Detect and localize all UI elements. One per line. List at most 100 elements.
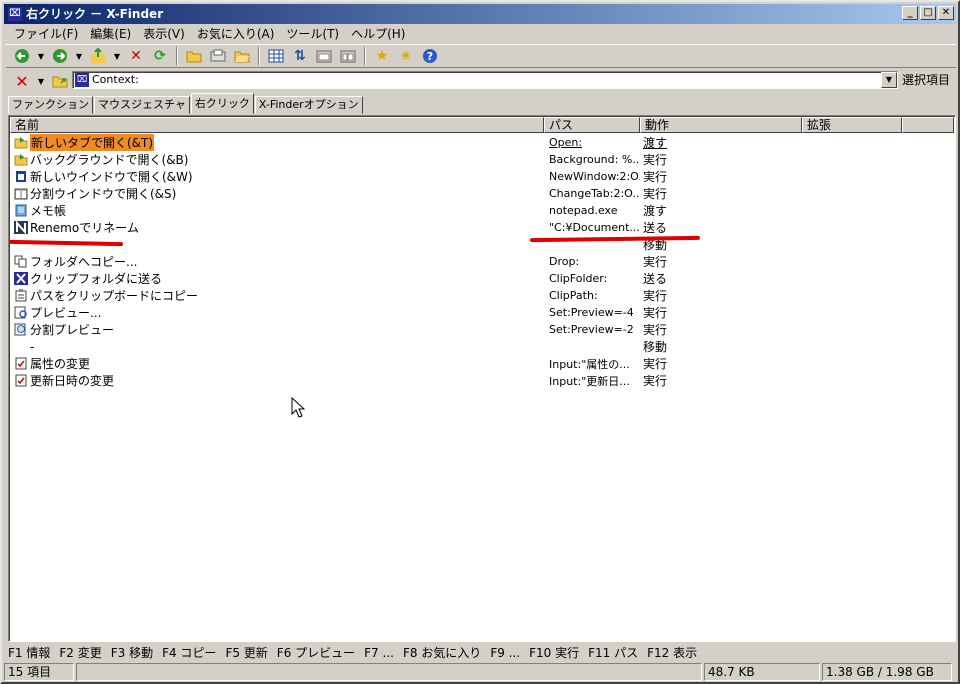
- stop-icon[interactable]: ✕: [126, 46, 146, 66]
- row-name: 更新日時の変更: [30, 374, 115, 388]
- minimize-button[interactable]: _: [902, 6, 918, 20]
- list-item[interactable]: 分割プレビュー Set:Preview=-2 実行: [10, 321, 954, 338]
- row-action: 実行: [643, 323, 668, 337]
- fkey-f6[interactable]: F6 プレビュー: [277, 644, 355, 662]
- menu-help[interactable]: ヘルプ(H): [345, 25, 411, 43]
- up-folder-icon[interactable]: [88, 46, 108, 66]
- status-size: 48.7 KB: [704, 663, 820, 681]
- row-path: ClipFolder:: [549, 272, 608, 285]
- forward-dropdown-icon[interactable]: ▼: [74, 46, 84, 66]
- list-item[interactable]: 更新日時の変更 Input:"更新日... 実行: [10, 372, 954, 389]
- column-path[interactable]: パス: [544, 117, 640, 133]
- fkey-f1[interactable]: F1 情報: [8, 644, 50, 662]
- row-name: 新しいウインドウで開く(&W): [30, 170, 193, 184]
- folder-open-icon[interactable]: [232, 46, 252, 66]
- row-name: 新しいタブで開く(&T): [30, 134, 155, 151]
- checkbox-icon: [13, 356, 28, 371]
- tab-mouse-gesture[interactable]: マウスジェスチャ: [94, 96, 190, 114]
- list-item[interactable]: 新しいタブで開く(&T) Open: 渡す: [10, 134, 954, 151]
- close-dropdown-icon[interactable]: ▼: [36, 71, 46, 91]
- list-item[interactable]: バックグラウンドで開く(&B) Background: %... 実行: [10, 151, 954, 168]
- row-name: -: [30, 339, 35, 354]
- list-item[interactable]: - 移動: [10, 338, 954, 355]
- back-dropdown-icon[interactable]: ▼: [36, 46, 46, 66]
- close-button[interactable]: ✕: [938, 6, 954, 20]
- list-item[interactable]: メモ帳 notepad.exe 渡す: [10, 202, 954, 219]
- favorite-star-icon[interactable]: ★: [372, 46, 392, 66]
- list-item[interactable]: 属性の変更 Input:"属性の... 実行: [10, 355, 954, 372]
- tab-right-click[interactable]: 右クリック: [190, 93, 254, 114]
- menu-tools[interactable]: ツール(T): [280, 25, 345, 43]
- refresh-icon[interactable]: ⟳: [150, 46, 170, 66]
- preview-icon: [13, 305, 28, 320]
- folder-list-icon[interactable]: [314, 46, 334, 66]
- menu-file[interactable]: ファイル(F): [8, 25, 84, 43]
- fkey-f2[interactable]: F2 変更: [59, 644, 101, 662]
- split-window-icon: [13, 186, 28, 201]
- address-input[interactable]: ⌧ Context: ▼: [72, 71, 898, 89]
- row-name: 分割プレビュー: [30, 323, 115, 337]
- fkey-f11[interactable]: F11 パス: [588, 644, 638, 662]
- column-name[interactable]: 名前: [10, 117, 544, 133]
- forward-icon[interactable]: [50, 46, 70, 66]
- menu-view[interactable]: 表示(V): [137, 25, 191, 43]
- tab-xfinder-options[interactable]: X-Finderオプション: [254, 96, 363, 114]
- tab-function[interactable]: ファンクション: [8, 96, 93, 114]
- column-action[interactable]: 動作: [640, 117, 802, 133]
- row-name: メモ帳: [30, 204, 67, 218]
- window-title: 右クリック － X-Finder: [26, 7, 164, 21]
- help-icon[interactable]: ?: [420, 46, 440, 66]
- row-path: Set:Preview=-4: [549, 306, 634, 319]
- renemo-icon: [13, 220, 28, 235]
- fkey-f3[interactable]: F3 移動: [111, 644, 153, 662]
- svg-text:?: ?: [427, 50, 433, 63]
- list-item[interactable]: 分割ウインドウで開く(&S) ChangeTab:2:O... 実行: [10, 185, 954, 202]
- row-action: 実行: [643, 357, 668, 371]
- fkey-f7[interactable]: F7 ...: [364, 644, 394, 662]
- row-action: 実行: [643, 255, 668, 269]
- copy-icon: [13, 254, 28, 269]
- list-item[interactable]: クリップフォルダに送る ClipFolder: 送る: [10, 270, 954, 287]
- list-item[interactable]: 移動: [10, 236, 954, 253]
- fkey-f4[interactable]: F4 コピー: [162, 644, 216, 662]
- menu-edit[interactable]: 編集(E): [84, 25, 137, 43]
- address-dropdown-icon[interactable]: ▼: [881, 72, 897, 88]
- fkey-f8[interactable]: F8 お気に入り: [403, 644, 481, 662]
- row-action: 実行: [643, 374, 668, 388]
- fkey-f5[interactable]: F5 更新: [225, 644, 267, 662]
- folder-icon[interactable]: [184, 46, 204, 66]
- close-tab-icon[interactable]: ✕: [12, 71, 32, 91]
- row-path: NewWindow:2:O...: [549, 170, 640, 183]
- list-item[interactable]: フォルダへコピー... Drop: 実行: [10, 253, 954, 270]
- list-item[interactable]: Renemoでリネーム "C:¥Document... 送る: [10, 219, 954, 236]
- maximize-button[interactable]: □: [920, 6, 936, 20]
- row-name: クリップフォルダに送る: [30, 272, 163, 286]
- row-path: Input:"属性の...: [549, 357, 630, 371]
- row-action: 渡す: [643, 204, 668, 218]
- back-icon[interactable]: [12, 46, 32, 66]
- title-bar[interactable]: ⌧ 右クリック － X-Finder _ □ ✕: [4, 4, 956, 24]
- folder-tree-icon[interactable]: [338, 46, 358, 66]
- row-name: Renemoでリネーム: [30, 221, 139, 235]
- column-extension[interactable]: 拡張: [802, 117, 902, 133]
- fkey-f12[interactable]: F12 表示: [647, 644, 697, 662]
- add-favorite-icon[interactable]: ✬: [396, 46, 416, 66]
- sort-icon[interactable]: ⇅: [290, 46, 310, 66]
- up-dropdown-icon[interactable]: ▼: [112, 46, 122, 66]
- row-action: 渡す: [643, 136, 668, 150]
- list-item[interactable]: パスをクリップボードにコピー ClipPath: 実行: [10, 287, 954, 304]
- fkey-f9[interactable]: F9 ...: [490, 644, 520, 662]
- list-item[interactable]: 新しいウインドウで開く(&W) NewWindow:2:O... 実行: [10, 168, 954, 185]
- selected-items-button[interactable]: 選択項目: [902, 71, 950, 89]
- list-item[interactable]: プレビュー... Set:Preview=-4 実行: [10, 304, 954, 321]
- view-grid-icon[interactable]: [266, 46, 286, 66]
- menu-favorites[interactable]: お気に入り(A): [191, 25, 281, 43]
- column-filler: [902, 117, 954, 133]
- fkey-f10[interactable]: F10 実行: [529, 644, 579, 662]
- go-folder-icon[interactable]: [50, 71, 70, 91]
- row-path: Background: %...: [549, 153, 640, 166]
- context-menu-list[interactable]: 名前 パス 動作 拡張 新しいタブで開く(&T) Open: 渡す バックグラウ…: [8, 115, 956, 642]
- split-preview-icon: [13, 322, 28, 337]
- row-path: Input:"更新日...: [549, 374, 630, 388]
- folder-copy-icon[interactable]: [208, 46, 228, 66]
